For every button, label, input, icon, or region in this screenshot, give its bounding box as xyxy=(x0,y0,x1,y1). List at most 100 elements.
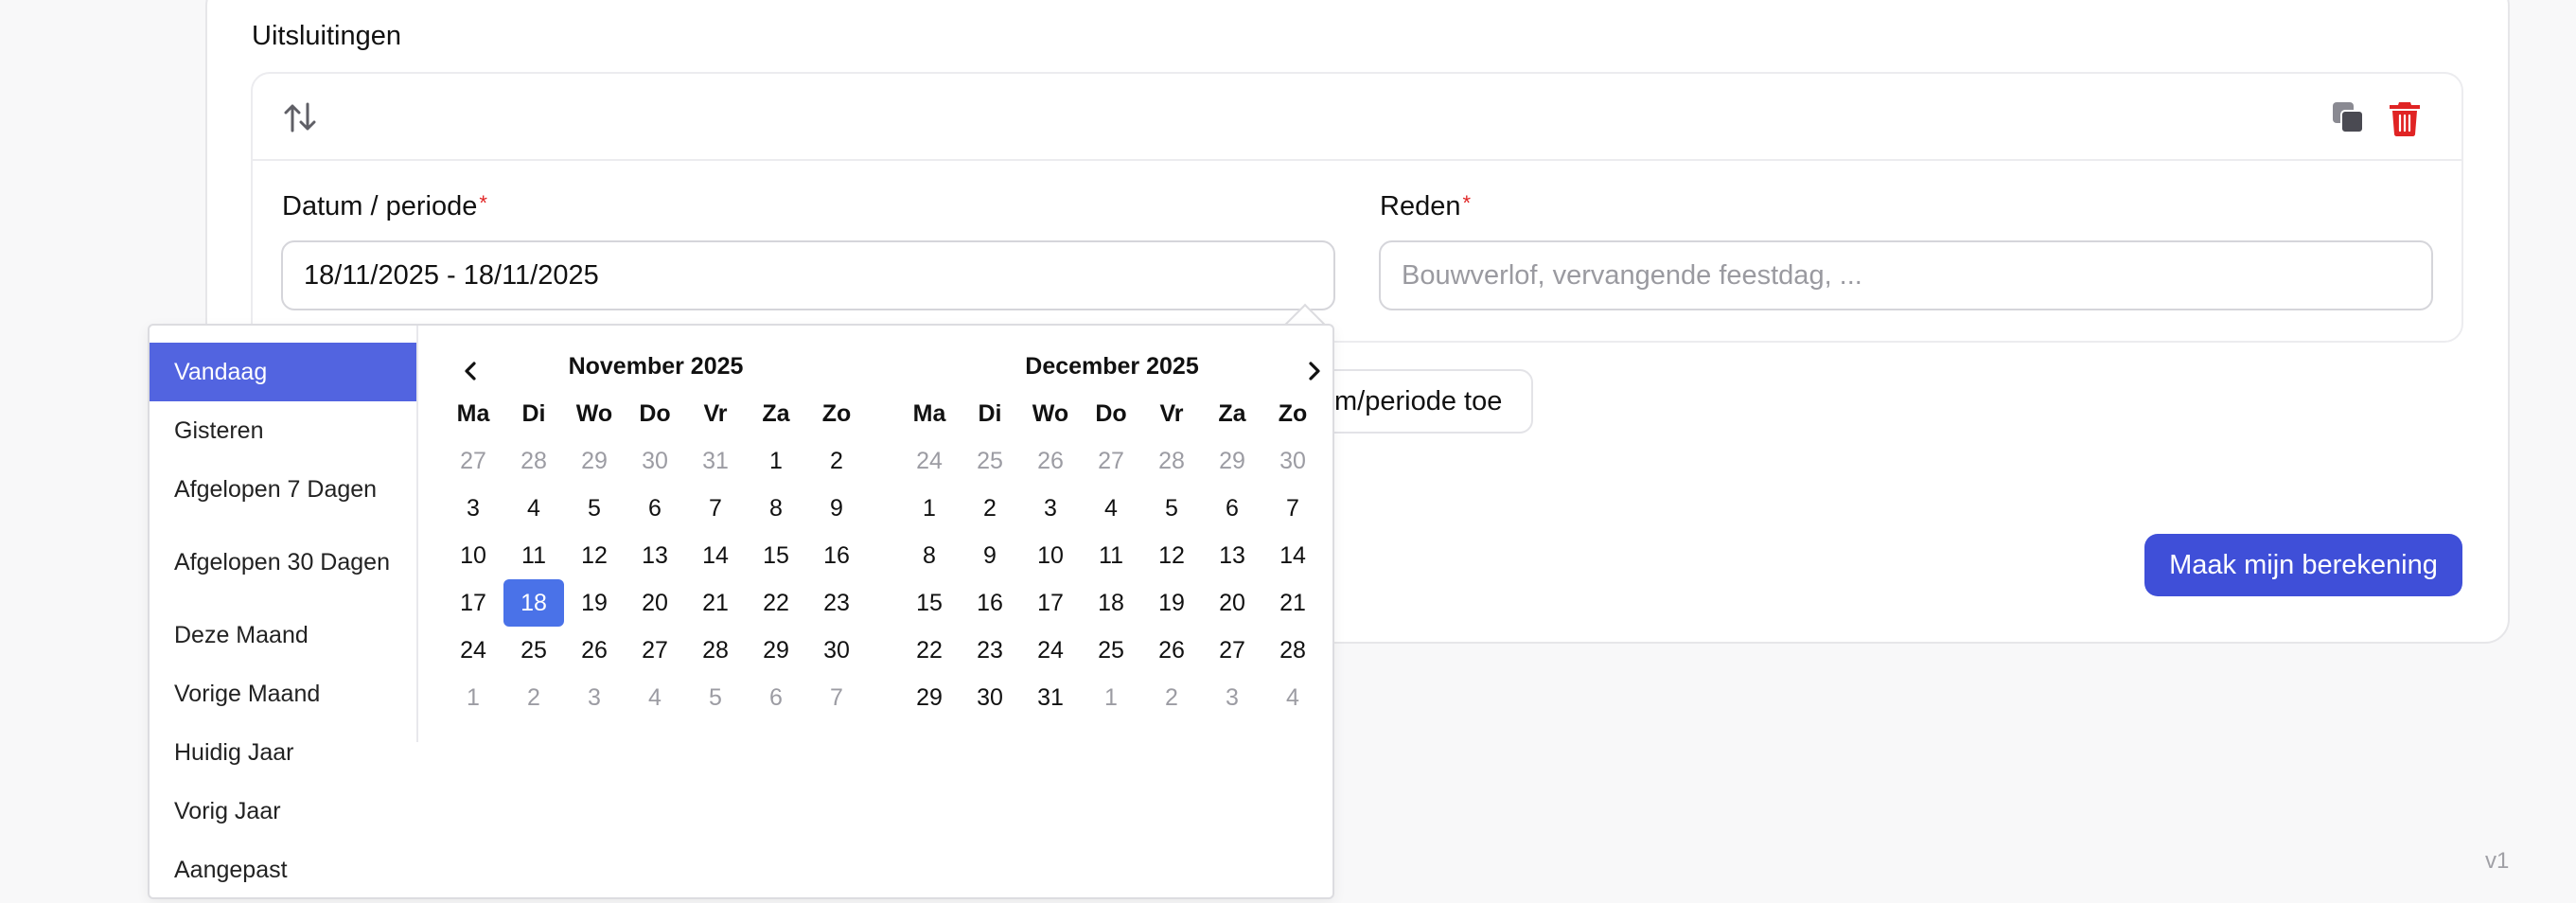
calendar-day[interactable]: 29 xyxy=(1202,437,1262,485)
calendar-day[interactable]: 2 xyxy=(806,437,867,485)
range-preset-item[interactable]: Afgelopen 30 Dagen xyxy=(150,519,418,606)
calendar-day[interactable]: 31 xyxy=(685,437,746,485)
calendar-day[interactable]: 15 xyxy=(746,532,806,579)
calendar-day[interactable]: 2 xyxy=(1141,674,1202,721)
calendar-day[interactable]: 25 xyxy=(503,627,564,674)
range-preset-item[interactable]: Deze Maand xyxy=(150,606,418,664)
calendar-day[interactable]: 19 xyxy=(1141,579,1202,627)
calendar-day[interactable]: 24 xyxy=(899,437,960,485)
calendar-day[interactable]: 25 xyxy=(960,437,1020,485)
trash-icon[interactable] xyxy=(2386,97,2424,138)
calendar-day[interactable]: 22 xyxy=(746,579,806,627)
range-preset-item[interactable]: Vorig Jaar xyxy=(150,782,418,841)
calendar-day[interactable]: 3 xyxy=(1020,485,1081,532)
calendar-day[interactable]: 29 xyxy=(564,437,625,485)
calendar-day[interactable]: 14 xyxy=(685,532,746,579)
calendar-day[interactable]: 29 xyxy=(746,627,806,674)
calendar-day[interactable]: 28 xyxy=(503,437,564,485)
calendar-day[interactable]: 11 xyxy=(1081,532,1141,579)
calendar-day[interactable]: 26 xyxy=(564,627,625,674)
calendar-day[interactable]: 31 xyxy=(1020,674,1081,721)
calendar-day[interactable]: 7 xyxy=(685,485,746,532)
range-preset-item[interactable]: Aangepast xyxy=(150,841,418,899)
calendar-day[interactable]: 28 xyxy=(1141,437,1202,485)
reason-input[interactable] xyxy=(1379,240,2433,310)
calendar-day[interactable]: 5 xyxy=(1141,485,1202,532)
calendar-day[interactable]: 11 xyxy=(503,532,564,579)
next-month-button[interactable] xyxy=(1295,352,1332,390)
calendar-day-selected[interactable]: 18 xyxy=(503,579,564,627)
calendar-day[interactable]: 27 xyxy=(443,437,503,485)
calendar-day[interactable]: 16 xyxy=(806,532,867,579)
calendar-day[interactable]: 20 xyxy=(1202,579,1262,627)
calendar-day[interactable]: 6 xyxy=(746,674,806,721)
calendar-day[interactable]: 24 xyxy=(443,627,503,674)
calendar-day[interactable]: 23 xyxy=(806,579,867,627)
calendar-day[interactable]: 29 xyxy=(899,674,960,721)
calendar-day[interactable]: 1 xyxy=(899,485,960,532)
calendar-day[interactable]: 25 xyxy=(1081,627,1141,674)
calendar-day[interactable]: 7 xyxy=(1262,485,1323,532)
calculate-button[interactable]: Maak mijn berekening xyxy=(2144,534,2462,596)
calendar-day[interactable]: 1 xyxy=(746,437,806,485)
calendar-day[interactable]: 19 xyxy=(564,579,625,627)
range-preset-item[interactable]: Afgelopen 7 Dagen xyxy=(150,460,418,519)
calendar-day[interactable]: 28 xyxy=(685,627,746,674)
range-preset-item[interactable]: Gisteren xyxy=(150,401,418,460)
calendar-day[interactable]: 15 xyxy=(899,579,960,627)
calendar-day[interactable]: 18 xyxy=(1081,579,1141,627)
calendar-day[interactable]: 5 xyxy=(564,485,625,532)
calendar-day[interactable]: 9 xyxy=(960,532,1020,579)
calendar-day[interactable]: 10 xyxy=(1020,532,1081,579)
range-preset-item[interactable]: Huidig Jaar xyxy=(150,723,418,782)
calendar-day[interactable]: 14 xyxy=(1262,532,1323,579)
calendar-day[interactable]: 3 xyxy=(443,485,503,532)
calendar-day[interactable]: 26 xyxy=(1141,627,1202,674)
calendar-day[interactable]: 21 xyxy=(1262,579,1323,627)
prev-month-button[interactable] xyxy=(452,352,490,390)
calendar-day[interactable]: 4 xyxy=(503,485,564,532)
calendar-day[interactable]: 6 xyxy=(1202,485,1262,532)
calendar-day[interactable]: 2 xyxy=(960,485,1020,532)
calendar-day[interactable]: 13 xyxy=(625,532,685,579)
calendar-day[interactable]: 30 xyxy=(806,627,867,674)
range-preset-item[interactable]: Vandaag xyxy=(150,343,418,401)
date-range-input[interactable] xyxy=(281,240,1335,310)
range-preset-item[interactable]: Vorige Maand xyxy=(150,664,418,723)
calendar-day[interactable]: 1 xyxy=(1081,674,1141,721)
calendar-day[interactable]: 12 xyxy=(1141,532,1202,579)
calendar-day[interactable]: 30 xyxy=(625,437,685,485)
calendar-day[interactable]: 30 xyxy=(1262,437,1323,485)
calendar-day[interactable]: 17 xyxy=(443,579,503,627)
copy-icon[interactable] xyxy=(2329,98,2367,136)
calendar-day[interactable]: 27 xyxy=(1081,437,1141,485)
calendar-day[interactable]: 2 xyxy=(503,674,564,721)
calendar-day[interactable]: 3 xyxy=(564,674,625,721)
sort-arrows-icon[interactable] xyxy=(281,98,319,136)
calendar-day[interactable]: 27 xyxy=(1202,627,1262,674)
calendar-day[interactable]: 9 xyxy=(806,485,867,532)
calendar-day[interactable]: 6 xyxy=(625,485,685,532)
calendar-day[interactable]: 13 xyxy=(1202,532,1262,579)
calendar-day[interactable]: 23 xyxy=(960,627,1020,674)
calendar-day[interactable]: 27 xyxy=(625,627,685,674)
calendar-day[interactable]: 28 xyxy=(1262,627,1323,674)
calendar-day[interactable]: 17 xyxy=(1020,579,1081,627)
calendar-day[interactable]: 30 xyxy=(960,674,1020,721)
calendar-day[interactable]: 16 xyxy=(960,579,1020,627)
calendar-day[interactable]: 21 xyxy=(685,579,746,627)
calendar-day[interactable]: 4 xyxy=(1081,485,1141,532)
calendar-day[interactable]: 4 xyxy=(1262,674,1323,721)
calendar-day[interactable]: 5 xyxy=(685,674,746,721)
calendar-day[interactable]: 8 xyxy=(746,485,806,532)
calendar-day[interactable]: 1 xyxy=(443,674,503,721)
calendar-day[interactable]: 26 xyxy=(1020,437,1081,485)
calendar-day[interactable]: 22 xyxy=(899,627,960,674)
calendar-day[interactable]: 12 xyxy=(564,532,625,579)
calendar-day[interactable]: 10 xyxy=(443,532,503,579)
calendar-day[interactable]: 3 xyxy=(1202,674,1262,721)
calendar-day[interactable]: 7 xyxy=(806,674,867,721)
calendar-day[interactable]: 20 xyxy=(625,579,685,627)
calendar-day[interactable]: 24 xyxy=(1020,627,1081,674)
calendar-day[interactable]: 8 xyxy=(899,532,960,579)
